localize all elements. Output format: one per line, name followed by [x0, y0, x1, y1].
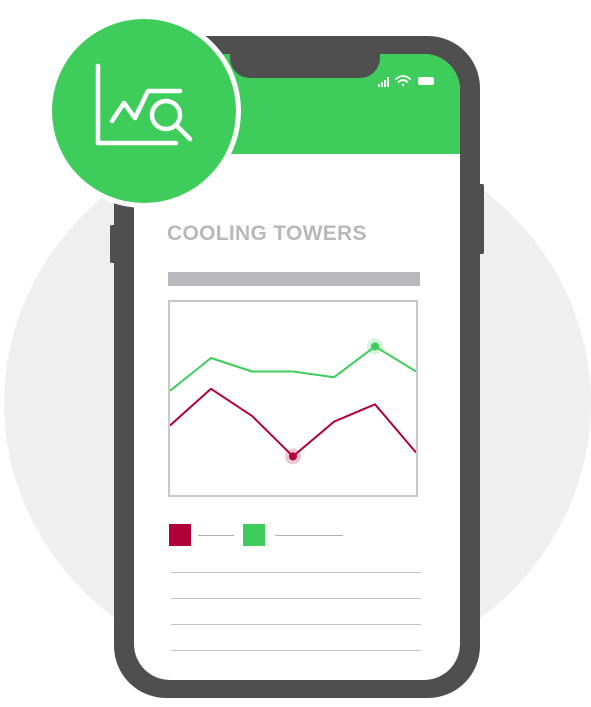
status-bar [378, 75, 434, 87]
text-placeholder-line [171, 572, 421, 573]
highlight-point-0 [371, 342, 379, 351]
signal-icon [378, 77, 389, 87]
series-line-1 [169, 387, 417, 458]
phone-notch [230, 54, 380, 78]
legend-swatch-red [169, 524, 191, 546]
wifi-icon [395, 75, 411, 87]
chart-frame [168, 300, 418, 497]
text-placeholder-line [171, 650, 421, 651]
text-placeholder-line [171, 624, 421, 625]
text-placeholder-line [171, 598, 421, 599]
page-title: COOLING TOWERS [167, 222, 367, 245]
analytics-badge [47, 14, 241, 208]
battery-icon [418, 77, 434, 85]
highlight-point-1 [289, 452, 297, 461]
title-placeholder-bar [168, 272, 420, 286]
legend-swatch-green [243, 524, 265, 546]
line-chart [169, 338, 417, 465]
chart-magnifier-icon [95, 63, 193, 146]
legend-line [275, 535, 343, 536]
legend-line [198, 535, 234, 536]
